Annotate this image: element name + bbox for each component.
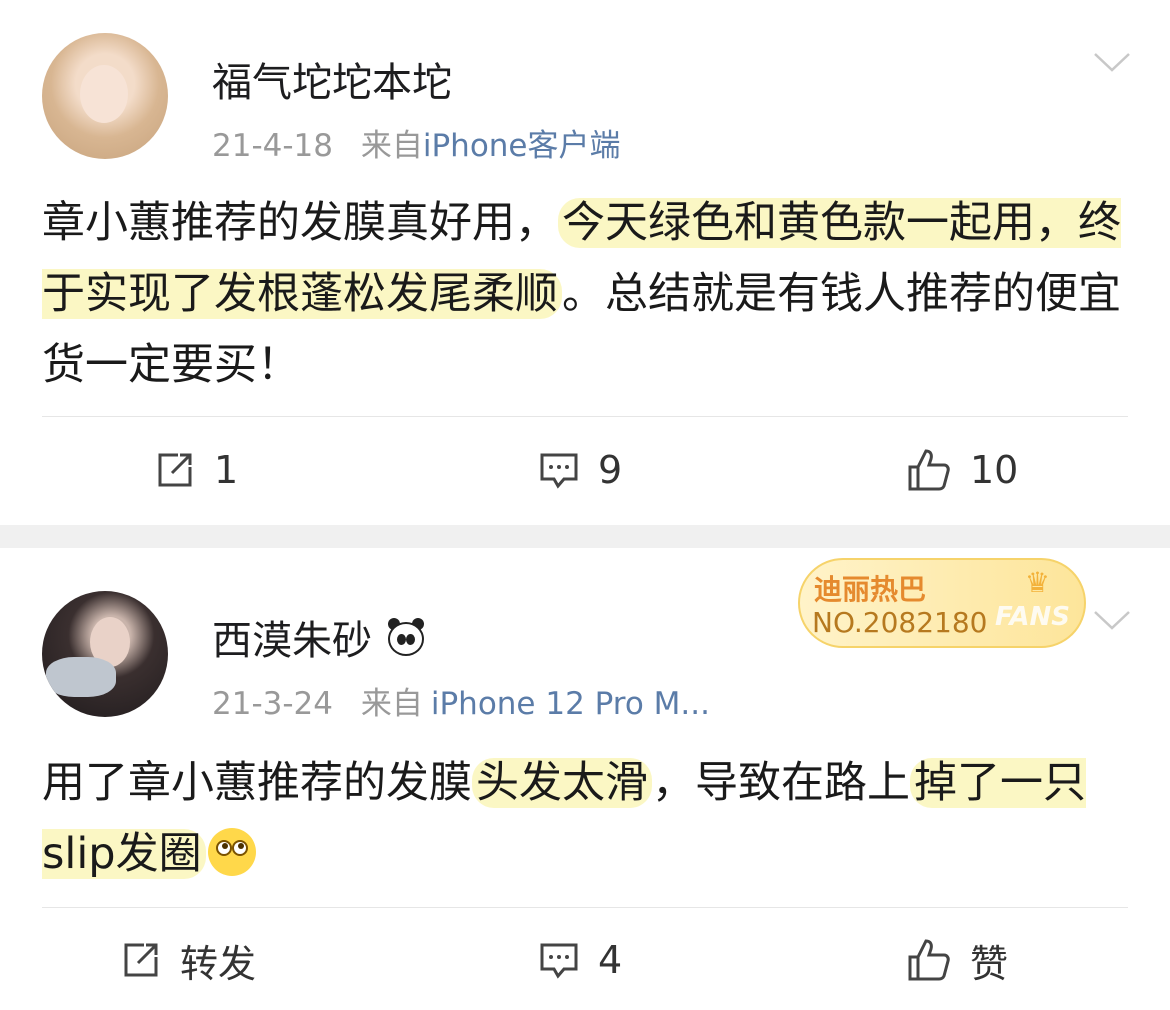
thumbs-up-icon: [908, 939, 950, 981]
repost-button[interactable]: 1: [154, 440, 238, 500]
post-card-1[interactable]: 福气坨坨本坨 21-4-18 来自iPhone客户端 章小蕙推荐的发膜真好用，今…: [0, 0, 1170, 525]
username[interactable]: 福气坨坨本坨: [212, 50, 452, 108]
fan-badge-name: 迪丽热巴: [814, 573, 927, 606]
chevron-down-icon[interactable]: [1092, 50, 1132, 74]
fan-badge-number: NO.2082180: [812, 606, 988, 639]
via-label: 来自: [360, 686, 423, 722]
post-date: 21-4-18: [212, 128, 333, 164]
action-divider: [42, 907, 1128, 908]
user-avatar[interactable]: [42, 33, 168, 159]
action-divider: [42, 416, 1128, 417]
repost-count: 1: [214, 448, 239, 492]
comment-button[interactable]: 9: [538, 440, 622, 500]
post-meta: 21-3-24 来自 iPhone 12 Pro M...: [212, 678, 710, 723]
repost-label: 转发: [180, 941, 257, 986]
crown-icon: ♛: [1024, 566, 1050, 599]
comment-button[interactable]: 4: [538, 930, 622, 990]
user-avatar[interactable]: [42, 591, 168, 717]
eye-roll-emoji: [207, 828, 256, 876]
post-text-part: 用了章小蕙推荐的发膜: [42, 758, 472, 808]
via-label: 来自: [360, 128, 423, 164]
like-count: 10: [970, 448, 1019, 492]
repost-icon: [158, 453, 192, 487]
chevron-down-icon[interactable]: [1092, 608, 1132, 632]
repost-icon: [124, 943, 158, 977]
post-text: 用了章小蕙推荐的发膜头发太滑，导致在路上掉了一只slip发圈: [42, 748, 1132, 890]
thumbs-up-icon: [908, 449, 950, 491]
post-date: 21-3-24: [212, 686, 333, 722]
panda-icon: [386, 618, 426, 658]
comment-icon: [540, 453, 578, 489]
username[interactable]: 西漠朱砂: [212, 608, 426, 666]
repost-button[interactable]: 转发: [120, 930, 256, 990]
fan-badge[interactable]: 迪丽热巴 ♛ NO.2082180 FANS: [798, 558, 1086, 648]
like-label: 赞: [970, 941, 1009, 986]
like-button[interactable]: 赞: [906, 930, 1008, 990]
post-text: 章小蕙推荐的发膜真好用，今天绿色和黄色款一起用，终于实现了发根蓬松发尾柔顺。总结…: [42, 188, 1132, 401]
post-source[interactable]: iPhone客户端: [423, 128, 621, 164]
like-button[interactable]: 10: [906, 440, 1018, 500]
fan-badge-tag: FANS: [994, 602, 1070, 632]
post-text-part: 章小蕙推荐的发膜真好用，: [42, 198, 558, 248]
post-meta: 21-4-18 来自iPhone客户端: [212, 120, 621, 165]
comment-count: 4: [598, 938, 623, 982]
comment-count: 9: [598, 448, 623, 492]
post-card-2[interactable]: 西漠朱砂 21-3-24 来自 iPhone 12 Pro M... 迪丽热巴 ♛…: [0, 548, 1170, 1010]
comment-icon: [540, 943, 578, 979]
username-text: 西漠朱砂: [212, 618, 372, 664]
post-source[interactable]: iPhone 12 Pro M...: [431, 686, 710, 722]
post-text-part: ，导致在路上: [652, 758, 910, 808]
post-separator: [0, 525, 1170, 548]
highlighted-text: 头发太滑: [472, 758, 652, 808]
